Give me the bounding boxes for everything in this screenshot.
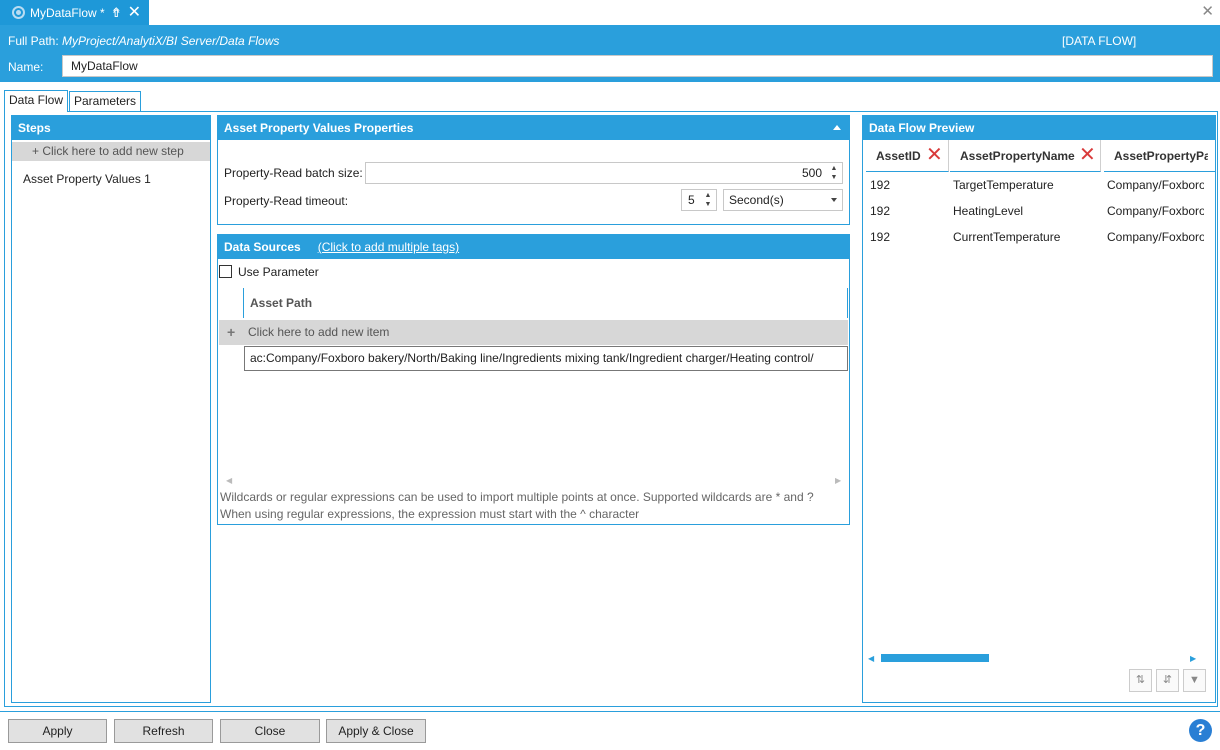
document-tab-title: MyDataFlow * — [30, 5, 105, 20]
add-step-button[interactable]: + Click here to add new step — [12, 142, 210, 161]
close-window-icon[interactable]: ✕ — [1201, 4, 1214, 19]
add-multiple-tags-link[interactable]: (Click to add multiple tags) — [318, 235, 459, 259]
type-tag: [DATA FLOW] — [1062, 34, 1137, 48]
filter-icon[interactable]: ▼ — [1183, 669, 1206, 692]
asset-path-cell[interactable]: ac:Company/Foxboro bakery/North/Baking l… — [244, 346, 848, 371]
close-button[interactable]: Close — [220, 719, 320, 743]
scroll-right-icon[interactable]: ▶ — [1190, 654, 1196, 663]
add-item-button[interactable]: Click here to add new item — [219, 320, 848, 345]
cell-assetpropertypath[interactable]: Company/Foxboro — [1107, 230, 1204, 244]
properties-title: Asset Property Values Properties — [218, 116, 849, 140]
cell-assetpropertyname[interactable]: HeatingLevel — [953, 204, 1023, 218]
timeout-value: 5 — [688, 193, 695, 207]
refresh-button[interactable]: Refresh — [114, 719, 213, 743]
column-header-label: AssetPropertyName — [960, 149, 1075, 163]
scroll-right-icon[interactable]: ▶ — [835, 476, 841, 485]
timeout-label: Property-Read timeout: — [224, 194, 349, 208]
cell-assetpropertyname[interactable]: CurrentTemperature — [953, 230, 1060, 244]
full-path-value: MyProject/AnalytiX/BI Server/Data Flows — [62, 34, 280, 48]
steps-title: Steps — [12, 116, 210, 140]
column-header-label: AssetPropertyPath — [1114, 149, 1208, 163]
scroll-left-icon[interactable]: ◀ — [868, 654, 874, 663]
bottom-separator — [0, 711, 1220, 712]
horizontal-scrollbar-thumb[interactable] — [881, 654, 989, 662]
pin-icon[interactable]: ⇮ — [111, 5, 122, 21]
data-sources-header: Data Sources (Click to add multiple tags… — [218, 235, 849, 259]
sort-ascending-icon[interactable]: ⇅ — [1129, 669, 1152, 692]
timeout-input[interactable]: 5 ▲ ▼ — [681, 189, 717, 211]
wildcard-hint: Wildcards or regular expressions can be … — [220, 490, 814, 521]
batch-size-value: 500 — [801, 166, 822, 180]
collapse-icon[interactable] — [833, 125, 841, 130]
document-tab[interactable]: MyDataFlow * ⇮ ✕ — [0, 0, 149, 25]
cell-assetid[interactable]: 192 — [870, 204, 890, 218]
spin-up-icon[interactable]: ▲ — [829, 165, 839, 173]
asset-path-column-header[interactable]: Asset Path — [243, 288, 848, 318]
step-item[interactable]: Asset Property Values 1 — [23, 172, 151, 186]
header-band: Full Path: MyProject/AnalytiX/BI Server/… — [0, 25, 1220, 82]
name-input[interactable]: MyDataFlow — [62, 55, 1213, 77]
preview-title: Data Flow Preview — [863, 116, 1215, 140]
chevron-down-icon — [831, 198, 837, 202]
timeout-unit-value: Second(s) — [729, 193, 784, 207]
name-label: Name: — [8, 60, 44, 74]
close-tab-icon[interactable]: ✕ — [128, 4, 141, 21]
gear-icon — [12, 6, 25, 19]
column-header-assetid[interactable]: AssetID ✕ — [866, 140, 949, 172]
help-icon[interactable]: ? — [1189, 719, 1212, 742]
spin-down-icon[interactable]: ▼ — [703, 201, 713, 209]
tab-parameters[interactable]: Parameters — [69, 91, 142, 111]
spin-up-icon[interactable]: ▲ — [703, 192, 713, 200]
tab-data-flow[interactable]: Data Flow — [4, 90, 69, 112]
header-filler — [1208, 140, 1216, 172]
spin-down-icon[interactable]: ▼ — [829, 174, 839, 182]
scroll-left-icon[interactable]: ◀ — [226, 476, 232, 485]
column-header-assetpropertypath[interactable]: AssetPropertyPath — [1104, 140, 1208, 172]
plus-icon: + — [227, 324, 236, 340]
batch-size-label: Property-Read batch size: — [224, 166, 363, 180]
timeout-unit-select[interactable]: Second(s) — [723, 189, 843, 211]
cell-assetpropertyname[interactable]: TargetTemperature — [953, 178, 1054, 192]
column-header-assetpropertyname[interactable]: AssetPropertyName ✕ — [950, 140, 1101, 172]
cell-assetpropertypath[interactable]: Company/Foxboro — [1107, 178, 1204, 192]
cell-assetid[interactable]: 192 — [870, 230, 890, 244]
column-header-label: AssetID — [876, 149, 921, 163]
clear-sort-icon[interactable]: ⇵ — [1156, 669, 1179, 692]
batch-size-input[interactable]: 500 ▲ ▼ — [365, 162, 843, 184]
data-sources-title: Data Sources — [224, 240, 301, 254]
use-parameter-checkbox[interactable] — [219, 265, 232, 278]
steps-panel: Steps — [11, 115, 211, 703]
full-path-label: Full Path: — [8, 34, 59, 48]
apply-close-button[interactable]: Apply & Close — [326, 719, 426, 743]
cell-assetid[interactable]: 192 — [870, 178, 890, 192]
remove-column-icon[interactable]: ✕ — [926, 140, 943, 170]
document-tab-strip — [0, 0, 1220, 25]
cell-assetpropertypath[interactable]: Company/Foxboro — [1107, 204, 1204, 218]
use-parameter-label: Use Parameter — [238, 265, 319, 279]
apply-button[interactable]: Apply — [8, 719, 107, 743]
remove-column-icon[interactable]: ✕ — [1079, 140, 1096, 170]
